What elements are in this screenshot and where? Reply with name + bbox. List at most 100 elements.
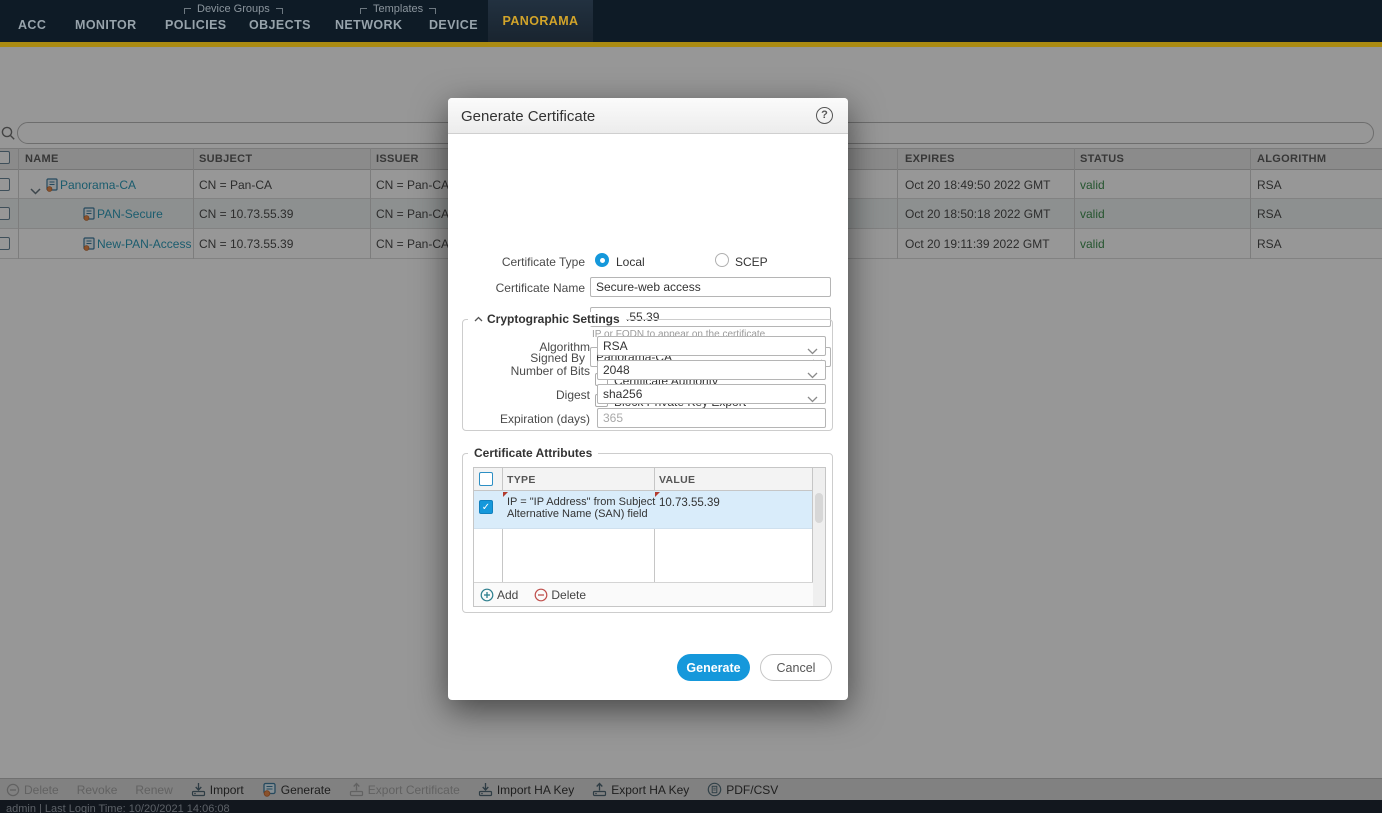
expiration-field[interactable] <box>597 408 826 428</box>
toolbar-generate-button[interactable]: Generate <box>262 782 331 797</box>
certificate-name-link[interactable]: PAN-Secure <box>97 207 163 221</box>
radio-scep-label[interactable]: SCEP <box>735 255 768 269</box>
attribute-row[interactable]: ✓ IP = "IP Address" from Subject Alterna… <box>474 491 813 529</box>
help-icon[interactable]: ? <box>816 107 833 124</box>
radio-local-label[interactable]: Local <box>616 255 645 269</box>
certificate-icon <box>82 237 96 256</box>
certificate-name-field[interactable] <box>590 277 831 297</box>
algorithm-cell: RSA <box>1257 178 1282 192</box>
algorithm-cell: RSA <box>1257 237 1282 251</box>
column-header-name[interactable]: NAME <box>25 153 59 165</box>
tab-policies[interactable]: POLICIES <box>165 18 227 32</box>
import-icon <box>478 782 493 797</box>
algorithm-select[interactable]: RSA <box>597 336 826 356</box>
certificate-icon <box>262 782 277 797</box>
status-badge: valid <box>1080 207 1105 221</box>
toolbar-export-certificate-button: Export Certificate <box>349 782 460 797</box>
chevron-down-icon <box>807 392 818 406</box>
tab-acc[interactable]: ACC <box>18 18 46 32</box>
subject-cell: CN = 10.73.55.39 <box>199 207 293 221</box>
export-icon <box>349 782 364 797</box>
expiration-label: Expiration (days) <box>448 412 590 426</box>
toolbar-export-ha-key-button[interactable]: Export HA Key <box>592 782 689 797</box>
column-divider <box>193 148 194 259</box>
toolbar-revoke-button: Revoke <box>77 783 118 797</box>
algorithm-label: Algorithm <box>448 340 590 354</box>
row-checkbox[interactable] <box>0 237 10 250</box>
tab-device[interactable]: DEVICE <box>429 18 478 32</box>
export-icon <box>592 782 607 797</box>
digest-select[interactable]: sha256 <box>597 384 826 404</box>
number-of-bits-select[interactable]: 2048 <box>597 360 826 380</box>
tab-objects[interactable]: OBJECTS <box>249 18 311 32</box>
templates-bracket: Templates <box>360 4 436 15</box>
attributes-select-all-checkbox[interactable] <box>479 472 493 486</box>
plus-circle-icon <box>480 588 494 602</box>
row-checkbox[interactable] <box>0 207 10 220</box>
column-divider <box>370 148 371 259</box>
dialog-title: Generate Certificate <box>461 108 595 125</box>
certificate-type-label: Certificate Type <box>448 255 585 269</box>
status-badge: valid <box>1080 237 1105 251</box>
radio-local[interactable] <box>595 253 609 267</box>
add-attribute-button[interactable]: Add <box>480 588 518 602</box>
column-divider <box>18 148 19 259</box>
expires-cell: Oct 20 19:11:39 2022 GMT <box>905 237 1050 251</box>
generate-button[interactable]: Generate <box>677 654 750 681</box>
certificate-icon <box>45 178 59 197</box>
expires-cell: Oct 20 18:50:18 2022 GMT <box>905 207 1050 221</box>
column-divider <box>897 148 898 259</box>
issuer-cell: CN = Pan-CA <box>376 237 449 251</box>
cancel-button[interactable]: Cancel <box>760 654 832 681</box>
radio-scep[interactable] <box>715 253 729 267</box>
top-nav: ACC MONITOR POLICIES OBJECTS NETWORK DEV… <box>0 0 1382 42</box>
digest-label: Digest <box>448 388 590 402</box>
dialog-header: Generate Certificate ? <box>448 98 848 134</box>
column-header-issuer[interactable]: ISSUER <box>376 153 419 165</box>
chevron-up-icon <box>474 316 483 322</box>
row-checkbox[interactable] <box>0 178 10 191</box>
issuer-cell: CN = Pan-CA <box>376 178 449 192</box>
tab-network[interactable]: NETWORK <box>335 18 402 32</box>
column-divider <box>1250 148 1251 259</box>
status-badge: valid <box>1080 178 1105 192</box>
attribute-value-cell: 10.73.55.39 <box>659 497 720 509</box>
algorithm-cell: RSA <box>1257 207 1282 221</box>
attributes-table-header: TYPE VALUE <box>474 468 825 491</box>
column-divider <box>1074 148 1075 259</box>
cryptographic-settings-legend[interactable]: Cryptographic Settings <box>468 312 626 326</box>
attribute-type-cell: IP = "IP Address" from Subject Alternati… <box>507 497 655 520</box>
certificate-icon <box>82 207 96 226</box>
delete-attribute-button[interactable]: Delete <box>534 588 586 602</box>
attr-column-type[interactable]: TYPE <box>507 474 536 486</box>
chevron-down-icon <box>807 344 818 358</box>
toolbar-renew-button: Renew <box>135 783 172 797</box>
subject-cell: CN = 10.73.55.39 <box>199 237 293 251</box>
number-of-bits-label: Number of Bits <box>448 364 590 378</box>
toolbar-pdf-csv-button[interactable]: PDF/CSV <box>707 782 778 797</box>
session-info-text: admin | Last Login Time: 10/20/2021 14:0… <box>6 803 230 813</box>
column-header-algorithm[interactable]: ALGORITHM <box>1257 153 1326 165</box>
certificate-name-label: Certificate Name <box>448 281 585 295</box>
scrollbar[interactable] <box>812 468 825 606</box>
column-header-expires[interactable]: EXPIRES <box>905 153 955 165</box>
chevron-down-icon <box>807 368 818 382</box>
toolbar-import-ha-key-button[interactable]: Import HA Key <box>478 782 574 797</box>
column-header-subject[interactable]: SUBJECT <box>199 153 252 165</box>
column-header-status[interactable]: STATUS <box>1080 153 1124 165</box>
certificate-name-link[interactable]: New-PAN-Access <box>97 237 191 251</box>
toolbar-import-button[interactable]: Import <box>191 782 244 797</box>
tab-monitor[interactable]: MONITOR <box>75 18 137 32</box>
select-all-checkbox[interactable] <box>0 151 10 164</box>
tab-panorama[interactable]: PANORAMA <box>488 0 593 42</box>
certificate-name-link[interactable]: Panorama-CA <box>60 178 136 192</box>
minus-circle-icon <box>6 783 20 797</box>
toolbar-delete-button: Delete <box>6 783 59 797</box>
attr-column-value[interactable]: VALUE <box>659 474 695 486</box>
generate-certificate-dialog: Generate Certificate ? Certificate Type … <box>448 98 848 700</box>
chevron-down-icon[interactable] <box>30 182 41 200</box>
panorama-app: NAME SUBJECT ISSUER EXPIRES STATUS ALGOR… <box>0 0 1382 813</box>
attribute-row-checkbox[interactable]: ✓ <box>479 500 493 514</box>
subject-cell: CN = Pan-CA <box>199 178 272 192</box>
attributes-table-footer: Add Delete <box>474 582 813 606</box>
